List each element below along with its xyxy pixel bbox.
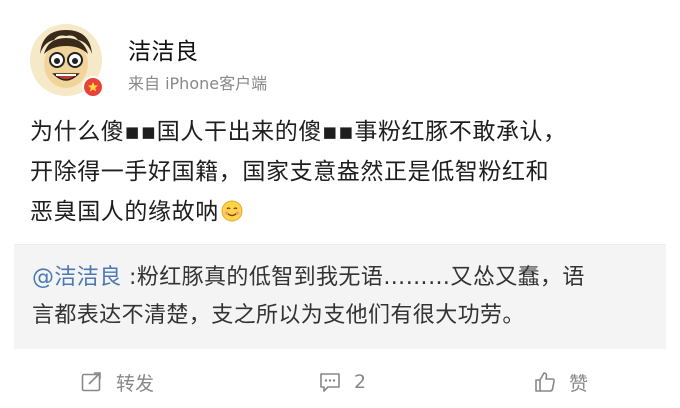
like-label: 赞: [569, 372, 589, 395]
verified-badge-icon: [82, 76, 104, 98]
post-text-line: 为什么傻▪▪国人干出来的傻▪▪事粉红豚不敢承认，: [30, 119, 567, 145]
repost-button[interactable]: 转发: [80, 368, 154, 396]
post-header: 洁洁良 来自 iPhone客户端: [30, 20, 650, 100]
post-text-segment: 恶臭国人的缘故呐: [30, 199, 219, 225]
like-button[interactable]: 赞: [533, 368, 588, 396]
user-avatar[interactable]: [30, 24, 104, 98]
weibo-post: 洁洁良 来自 iPhone客户端 为什么傻▪▪国人干出来的傻▪▪事粉红豚不敢承认…: [0, 0, 680, 408]
repost-icon: [81, 372, 101, 392]
comment-icon: [320, 373, 340, 392]
quoted-comment[interactable]: @洁洁良 :粉红豚真的低智到我无语………又怂又蠢，语 言都表达不清楚，支之所以为…: [14, 244, 666, 349]
quoted-comment-text: @洁洁良 :粉红豚真的低智到我无语………又怂又蠢，语 言都表达不清楚，支之所以为…: [32, 259, 652, 335]
post-text-line-last: 恶臭国人的缘故呐: [30, 192, 655, 232]
post-text-line: 开除得一手好国籍，国家支意盎然正是低智粉红和: [30, 159, 550, 185]
quoted-text-line-1: :粉红豚真的低智到我无语………又怂又蠢，语: [121, 265, 585, 290]
action-toolbar: 转发 2 赞: [0, 354, 680, 408]
post-source: 来自 iPhone客户端: [128, 74, 268, 93]
post-content: 为什么傻▪▪国人干出来的傻▪▪事粉红豚不敢承认， 开除得一手好国籍，国家支意盎然…: [30, 112, 655, 232]
thumbs-up-icon: [535, 372, 555, 392]
smile-emoji-icon: [221, 200, 243, 222]
comment-count: 2: [354, 371, 367, 393]
comment-button[interactable]: 2: [318, 368, 366, 396]
repost-label: 转发: [116, 372, 155, 395]
quoted-text-line-2: 言都表达不清楚，支之所以为支他们有很大功劳。: [32, 303, 525, 328]
username[interactable]: 洁洁良: [128, 32, 199, 66]
mention-link[interactable]: @洁洁良: [32, 265, 122, 290]
